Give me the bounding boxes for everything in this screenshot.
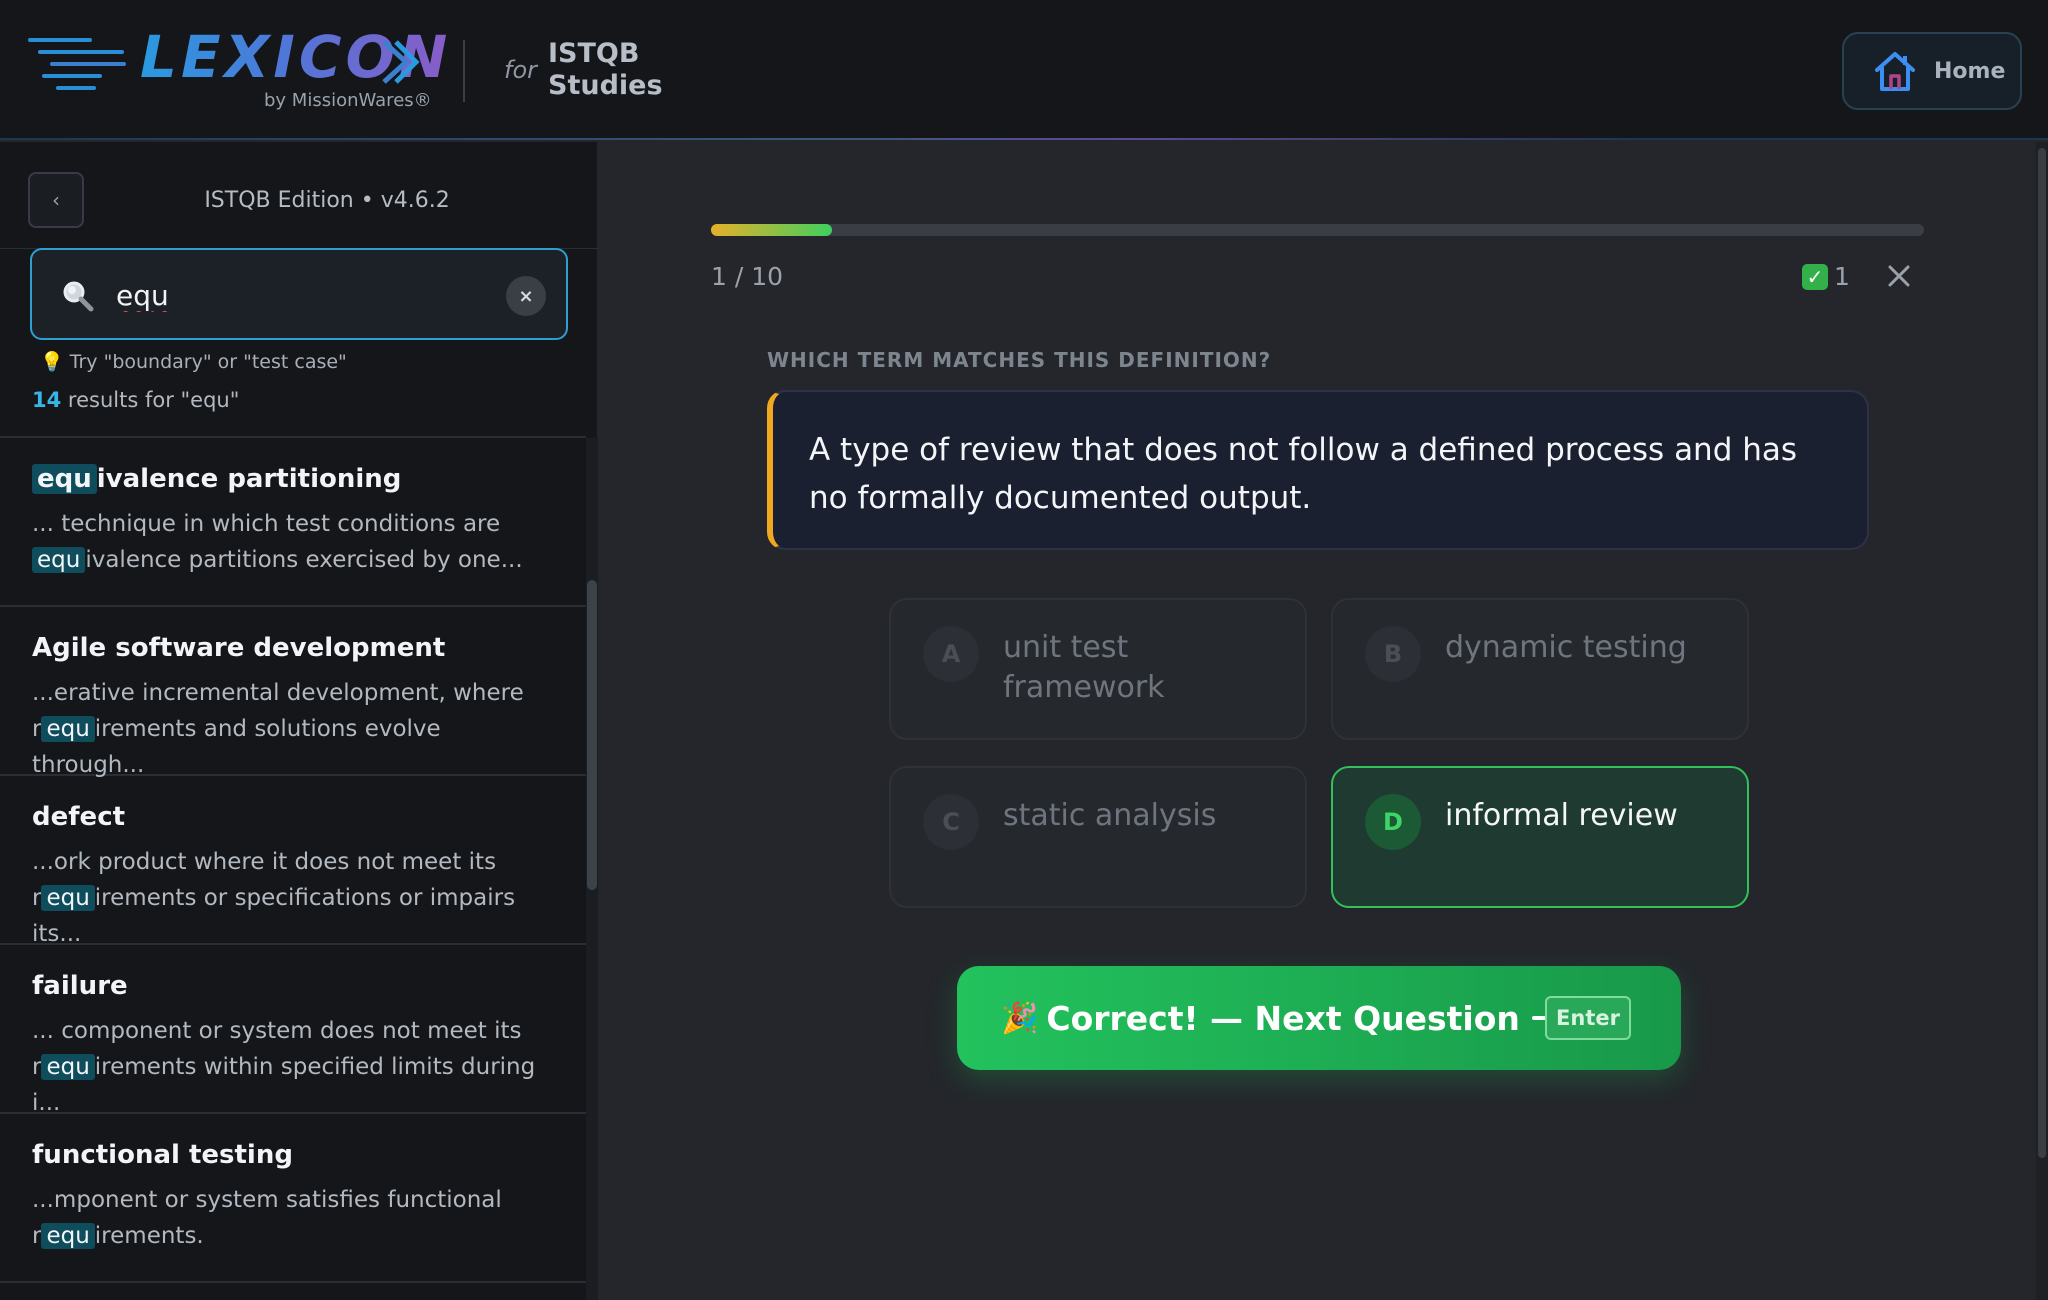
results-count: 14 results for "equ"	[32, 388, 239, 412]
result-snippet: ...ork product where it does not meet it…	[32, 844, 556, 952]
match-highlight: equ	[41, 1223, 95, 1249]
option-text: informal review	[1445, 798, 1678, 833]
snippet-suffix: irements or specifications or impairs it…	[32, 885, 516, 947]
answer-option-a[interactable]: A unit test framework	[889, 598, 1307, 740]
snippet-suffix: irements within specified limits during …	[32, 1054, 536, 1116]
question-prompt: WHICH TERM MATCHES THIS DEFINITION?	[767, 348, 1272, 372]
option-text: dynamic testing	[1445, 630, 1687, 665]
search-input[interactable]	[116, 272, 496, 318]
snippet-line: ...erative incremental development, wher…	[32, 680, 524, 706]
snippet-line: equ ivalence partitions exercised by one.…	[32, 542, 556, 578]
product-name: ISTQB Studies	[548, 38, 663, 102]
lightbulb-icon: 💡	[40, 351, 64, 373]
question-counter: 1 / 10	[711, 262, 784, 291]
match-highlight: equ	[32, 464, 97, 494]
main-scrollbar[interactable]	[2036, 142, 2048, 1300]
score-display: ✓ 1	[1802, 262, 1850, 291]
quiz-progress-fill	[711, 224, 833, 236]
snippet-line: ... component or system does not meet it…	[32, 1018, 522, 1044]
option-letter: B	[1365, 626, 1421, 682]
quiz-progress-bar	[711, 224, 1924, 236]
search-icon	[63, 281, 94, 312]
home-icon	[1875, 52, 1915, 91]
definition-card: A type of review that does not follow a …	[767, 390, 1869, 550]
option-text: unit test framework	[1003, 630, 1165, 705]
match-highlight: equ	[41, 1054, 95, 1080]
answer-option-b[interactable]: B dynamic testing	[1331, 598, 1749, 740]
score-value: 1	[1834, 262, 1850, 291]
snippet-line: ...ork product where it does not meet it…	[32, 849, 497, 875]
answer-option-c[interactable]: C static analysis	[889, 766, 1307, 908]
snippet-line: ... technique in which test conditions a…	[32, 511, 501, 537]
logo-byline: by MissionWares®	[264, 90, 432, 111]
logo-chevron-icon	[382, 40, 420, 84]
result-title-rest: ivalence partitioning	[96, 464, 402, 494]
result-title: defect	[32, 802, 126, 832]
quiz-panel: 1 / 10 ✓ 1 WHICH TERM MATCHES THIS DEFIN…	[599, 142, 2048, 1300]
definition-text: A type of review that does not follow a …	[809, 432, 1798, 516]
results-list: equ ivalence partitioning ... technique i…	[0, 438, 586, 1283]
result-title: equ ivalence partitioning	[32, 460, 556, 498]
glossary-sidebar: ‹ ISTQB Edition • v4.6.2 × 💡Try "boundar…	[0, 142, 598, 1300]
option-letter: A	[923, 626, 979, 682]
result-item[interactable]: functional testing ...mponent or system …	[0, 1114, 586, 1283]
app-header: LEXICON by MissionWares® for ISTQB Studi…	[0, 0, 2048, 140]
result-snippet: ... technique in which test conditions a…	[32, 506, 556, 578]
option-letter: C	[923, 794, 979, 850]
collapse-sidebar-button[interactable]: ‹	[28, 172, 84, 228]
result-item[interactable]: failure ... component or system does not…	[0, 945, 586, 1116]
result-snippet: ...erative incremental development, wher…	[32, 675, 556, 783]
search-box: ×	[30, 248, 568, 340]
snippet-line: ...mponent or system satisfies functiona…	[32, 1187, 502, 1213]
result-snippet: ...mponent or system satisfies functiona…	[32, 1182, 556, 1254]
result-title: functional testing	[32, 1140, 293, 1170]
answer-option-d[interactable]: D informal review	[1331, 766, 1749, 908]
clear-search-button[interactable]: ×	[506, 276, 546, 316]
match-highlight: equ	[32, 547, 86, 573]
enter-key-hint: Enter	[1545, 996, 1631, 1040]
option-text: static analysis	[1003, 798, 1217, 833]
snippet-line: r equ irements and solutions evolve throug…	[32, 711, 556, 783]
snippet-line: r equ irements or specifications or impair…	[32, 880, 556, 952]
home-button-label: Home	[1934, 58, 2006, 84]
results-count-suffix: results for "equ"	[67, 388, 240, 412]
match-highlight: equ	[41, 716, 95, 742]
option-letter: D	[1365, 794, 1421, 850]
sidebar-scrollbar[interactable]	[586, 438, 598, 1300]
match-highlight: equ	[41, 885, 95, 911]
product-name-line1: ISTQB	[548, 38, 640, 69]
checkmark-icon: ✓	[1802, 263, 1828, 290]
snippet-suffix: ivalence partitions exercised by one...	[85, 547, 523, 573]
header-divider	[463, 40, 465, 102]
home-button[interactable]: Home	[1842, 32, 2022, 110]
snippet-suffix: irements.	[94, 1223, 204, 1249]
result-item[interactable]: defect ...ork product where it does not …	[0, 776, 586, 947]
for-label: for	[504, 56, 537, 84]
logo-speed-lines-icon	[28, 34, 128, 94]
product-name-line2: Studies	[548, 70, 663, 101]
result-snippet: ... component or system does not meet it…	[32, 1013, 556, 1121]
party-popper-icon: 🎉	[1001, 1000, 1039, 1036]
close-quiz-button[interactable]	[1883, 260, 1915, 292]
next-question-button[interactable]: 🎉 Correct! — Next Question Enter	[957, 966, 1681, 1070]
snippet-line: r equ irements.	[32, 1218, 556, 1254]
result-title: Agile software development	[32, 633, 446, 663]
next-question-label: Correct! — Next Question	[1046, 998, 1520, 1038]
edition-label: ISTQB Edition • v4.6.2	[204, 188, 450, 213]
sidebar-scrollbar-thumb[interactable]	[587, 580, 597, 890]
result-item[interactable]: Agile software development ...erative in…	[0, 607, 586, 778]
snippet-line: r equ irements within specified limits dur…	[32, 1049, 556, 1121]
results-count-number: 14	[32, 388, 62, 412]
main-scrollbar-thumb[interactable]	[2038, 148, 2046, 1158]
search-hint: 💡 Try "boundary" or "test case"	[40, 350, 347, 373]
result-item[interactable]: equ ivalence partitioning ... technique i…	[0, 438, 586, 607]
result-title: failure	[32, 971, 128, 1001]
search-hint-text: Try "boundary" or "test case"	[69, 351, 347, 373]
